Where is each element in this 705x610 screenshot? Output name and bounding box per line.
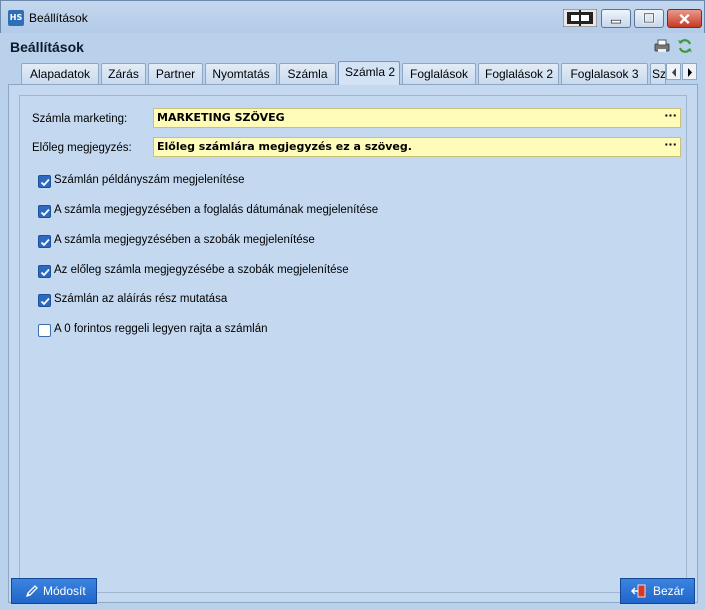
checkbox-label: Számlán az aláírás rész mutatása: [54, 293, 228, 305]
checkmark-icon: [40, 238, 50, 247]
minimize-button[interactable]: [601, 9, 631, 28]
checkmark-icon: [40, 208, 50, 217]
checkbox-label: A számla megjegyzésében a szobák megjele…: [54, 234, 315, 246]
checkbox-checked[interactable]: [38, 235, 51, 248]
marketing-label: Számla marketing:: [32, 113, 128, 125]
checkbox-checked[interactable]: [38, 265, 51, 278]
window-title: Beállítások: [29, 11, 88, 25]
advance-note-ellipsis-button[interactable]: ···: [663, 139, 678, 155]
exit-door-icon: [631, 584, 646, 598]
checkmark-icon: [40, 297, 50, 306]
advance-note-label: Előleg megjegyzés:: [32, 142, 132, 154]
close-button-label: Bezár: [653, 584, 685, 598]
page-title: Beállítások: [10, 39, 84, 55]
tab-panel-szamla-2: Számla marketing: MARKETING SZÖVEG ··· E…: [8, 84, 698, 603]
maximize-button[interactable]: [634, 9, 664, 28]
marketing-field[interactable]: MARKETING SZÖVEG ···: [153, 108, 681, 128]
tab-scroll-left-button[interactable]: [666, 63, 681, 80]
tab-alapadatok[interactable]: Alapadatok: [21, 63, 99, 84]
tab-foglalasok[interactable]: Foglalások: [402, 63, 476, 84]
tab-szamla[interactable]: Számla: [279, 63, 336, 84]
refresh-icon[interactable]: [676, 37, 694, 55]
marketing-value: MARKETING SZÖVEG: [157, 111, 285, 124]
marketing-ellipsis-button[interactable]: ···: [663, 110, 678, 126]
checkbox-checked[interactable]: [38, 205, 51, 218]
app-icon: HS: [8, 10, 24, 26]
checkbox-checked[interactable]: [38, 294, 51, 307]
tab-overflow[interactable]: Sz: [650, 63, 666, 84]
window-close-button[interactable]: [667, 9, 702, 28]
tab-scroll-right-button[interactable]: [682, 63, 697, 80]
checkmark-icon: [40, 268, 50, 277]
checkbox-label: A számla megjegyzésében a foglalás dátum…: [54, 204, 379, 216]
chevron-right-icon: [688, 68, 692, 77]
window-client: Beállítások Alapadatok Zárás Partner Nyo…: [3, 33, 702, 607]
advance-note-value: Előleg számlára megjegyzés ez a szöveg.: [157, 140, 412, 153]
tab-partner[interactable]: Partner: [148, 63, 203, 84]
tab-strip: Alapadatok Zárás Partner Nyomtatás Száml…: [11, 61, 701, 85]
modify-button-label: Módosít: [43, 584, 86, 598]
advance-note-field[interactable]: Előleg számlára megjegyzés ez a szöveg. …: [153, 137, 681, 157]
checkbox-checked[interactable]: [38, 175, 51, 188]
checkbox-label: A 0 forintos reggeli legyen rajta a szám…: [54, 323, 268, 335]
print-icon[interactable]: [653, 37, 671, 55]
checkmark-icon: [40, 178, 50, 187]
tab-nyomtatas[interactable]: Nyomtatás: [205, 63, 277, 84]
tab-foglalasok-3[interactable]: Foglalasok 3: [561, 63, 648, 84]
network-icon[interactable]: [563, 9, 597, 27]
tab-szamla-2[interactable]: Számla 2: [338, 61, 400, 85]
checkbox-label: Számlán példányszám megjelenítése: [54, 174, 245, 186]
chevron-left-icon: [672, 68, 676, 77]
checkbox-unchecked[interactable]: [38, 324, 51, 337]
pencil-icon: [25, 585, 38, 598]
settings-group: Számla marketing: MARKETING SZÖVEG ··· E…: [19, 95, 687, 593]
close-button[interactable]: Bezár: [620, 578, 695, 604]
modify-button[interactable]: Módosít: [11, 578, 97, 604]
tab-zaras[interactable]: Zárás: [101, 63, 146, 84]
checkbox-label: Az előleg számla megjegyzésébe a szobák …: [54, 264, 349, 276]
window-titlebar: HS Beállítások: [0, 0, 705, 33]
tab-foglalasok-2[interactable]: Foglalások 2: [478, 63, 559, 84]
